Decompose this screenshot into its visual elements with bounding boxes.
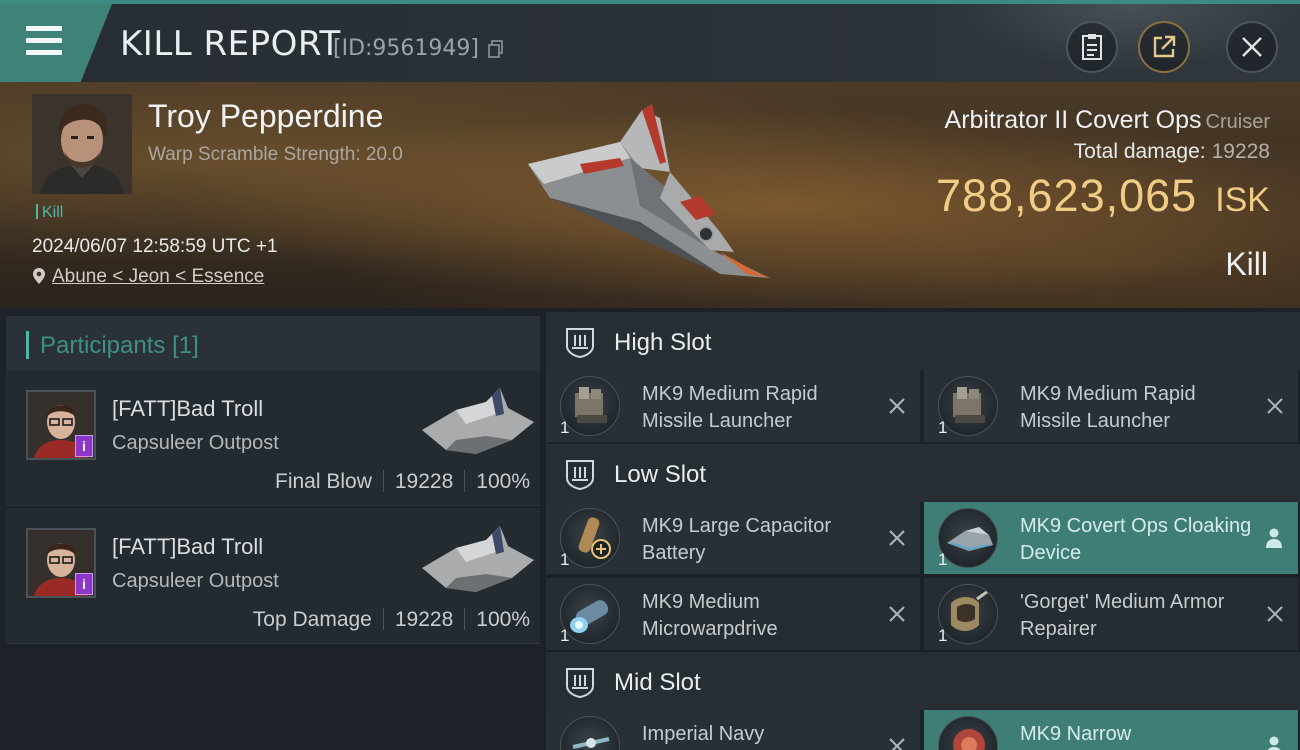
- destroyed-icon: [1267, 398, 1283, 414]
- kill-tag: Kill: [36, 204, 63, 222]
- participant-stats: Final Blow 19228 100%: [275, 470, 530, 494]
- module-slot-highlighted[interactable]: 1 MK9 Narrow: [924, 710, 1298, 750]
- module-slot[interactable]: 1 Imperial Navy: [546, 710, 920, 750]
- module-quantity: 1: [560, 418, 570, 437]
- share-icon: [1153, 35, 1176, 58]
- module-quantity: 1: [560, 626, 570, 645]
- kill-summary-banner: Troy Pepperdine Warp Scramble Strength: …: [0, 82, 1300, 308]
- total-damage: Total damage: 19228: [1073, 140, 1270, 163]
- participant-role: Final Blow: [275, 470, 372, 493]
- fitting-panel: High Slot 1 MK9 Medium Rapid Missile Lau…: [544, 308, 1300, 750]
- participant-ship-image[interactable]: [416, 522, 538, 602]
- implant-badge: i: [75, 435, 93, 457]
- close-icon: [1242, 37, 1262, 57]
- participant-card[interactable]: i [FATT]Bad Troll Capsuleer Outpost Fina…: [6, 370, 540, 506]
- kill-result: Kill: [1225, 246, 1268, 282]
- module-slot[interactable]: 1 MK9 Medium Microwarpdrive: [546, 578, 920, 650]
- ship-class: Cruiser: [1205, 111, 1270, 133]
- participant-name[interactable]: [FATT]Bad Troll: [112, 396, 263, 422]
- location-pin-icon: [33, 268, 45, 284]
- module-name: MK9 Large Capacitor Battery: [642, 515, 831, 564]
- module-quantity: 1: [938, 418, 948, 437]
- clipboard-button[interactable]: [1066, 21, 1118, 73]
- clipboard-icon: [1082, 34, 1102, 60]
- kill-location[interactable]: Abune < Jeon < Essence: [32, 266, 264, 288]
- victim-name[interactable]: Troy Pepperdine: [148, 98, 383, 135]
- low-slot-label: Low Slot: [614, 461, 707, 488]
- avatar[interactable]: i: [26, 390, 96, 460]
- mid-slot-label: Mid Slot: [614, 669, 701, 696]
- implant-badge: i: [75, 573, 93, 595]
- module-name: 'Gorget' Medium Armor Repairer: [1020, 591, 1225, 640]
- low-slot-icon: [566, 460, 594, 490]
- ship-render[interactable]: [520, 102, 780, 292]
- navy-module-icon: [560, 716, 620, 750]
- dropped-person-icon: [1267, 736, 1281, 750]
- participant-damage: 19228: [394, 470, 454, 493]
- destroyed-icon: [1267, 606, 1283, 622]
- participant-name[interactable]: [FATT]Bad Troll: [112, 534, 263, 560]
- participants-count: [1]: [172, 332, 199, 359]
- module-name: MK9 Narrow: [1020, 723, 1132, 745]
- participant-stats: Top Damage 19228 100%: [253, 608, 530, 632]
- header-bar: KILL REPORT [ID:9561949]: [0, 0, 1300, 82]
- module-slot[interactable]: 1 MK9 Medium Rapid Missile Launcher: [546, 370, 920, 442]
- menu-button[interactable]: [0, 4, 112, 82]
- participant-corp: Capsuleer Outpost: [112, 570, 279, 592]
- participant-percent: 100%: [476, 608, 530, 631]
- kill-datetime: 2024/06/07 12:58:59 UTC +1: [32, 236, 278, 257]
- destroyed-icon: [889, 398, 905, 414]
- module-quantity: 1: [560, 550, 570, 569]
- module-name: MK9 Medium Rapid Missile Launcher: [642, 383, 818, 432]
- hamburger-icon: [26, 26, 62, 56]
- isk-value: 788,623,065 ISK: [935, 170, 1270, 221]
- location-link[interactable]: Abune < Jeon < Essence: [52, 266, 264, 287]
- warp-scramble-strength: Warp Scramble Strength: 20.0: [148, 144, 403, 165]
- high-slot-label: High Slot: [614, 329, 712, 356]
- participant-role: Top Damage: [252, 608, 372, 631]
- module-name: Imperial Navy: [642, 723, 765, 745]
- participant-percent: 100%: [476, 470, 530, 493]
- module-slot[interactable]: 1 MK9 Large Capacitor Battery: [546, 502, 920, 574]
- module-slot[interactable]: 1 'Gorget' Medium Armor Repairer: [924, 578, 1298, 650]
- report-id: [ID:9561949]: [333, 36, 479, 61]
- participants-header: Participants [1]: [6, 316, 540, 374]
- participant-ship-image[interactable]: [416, 384, 538, 464]
- participants-panel: Participants [1] i [FATT]Bad Troll Capsu…: [0, 308, 544, 750]
- module-slot[interactable]: 1 MK9 Medium Rapid Missile Launcher: [924, 370, 1298, 442]
- module-slot-highlighted[interactable]: 1 MK9 Covert Ops Cloaking Device: [924, 502, 1298, 574]
- module-name: MK9 Covert Ops Cloaking Device: [1020, 515, 1252, 564]
- high-slot-header: High Slot: [546, 312, 1300, 370]
- victim-avatar-image: [32, 94, 132, 194]
- page-title: KILL REPORT: [120, 24, 341, 64]
- share-button[interactable]: [1138, 21, 1190, 73]
- narrow-module-icon: [938, 716, 998, 750]
- module-name: MK9 Medium Rapid Missile Launcher: [1020, 383, 1196, 432]
- low-slot-header: Low Slot: [546, 444, 1300, 502]
- participant-damage: 19228: [394, 608, 454, 631]
- mid-slot-header: Mid Slot: [546, 652, 1300, 710]
- participants-label: Participants: [40, 332, 166, 359]
- ship-name[interactable]: Arbitrator II Covert Ops Cruiser: [945, 106, 1270, 135]
- module-quantity: 1: [938, 626, 948, 645]
- victim-portrait[interactable]: [32, 94, 132, 194]
- module-quantity: 1: [938, 550, 948, 569]
- high-slot-icon: [566, 328, 594, 358]
- avatar[interactable]: i: [26, 528, 96, 598]
- close-button[interactable]: [1226, 21, 1278, 73]
- destroyed-icon: [889, 606, 905, 622]
- participant-corp: Capsuleer Outpost: [112, 432, 279, 454]
- mid-slot-icon: [566, 668, 594, 698]
- dropped-person-icon: [1266, 528, 1282, 548]
- copy-icon[interactable]: [488, 40, 504, 58]
- destroyed-icon: [889, 738, 905, 750]
- module-name: MK9 Medium Microwarpdrive: [642, 591, 778, 640]
- participant-card[interactable]: i [FATT]Bad Troll Capsuleer Outpost Top …: [6, 508, 540, 644]
- destroyed-icon: [889, 530, 905, 546]
